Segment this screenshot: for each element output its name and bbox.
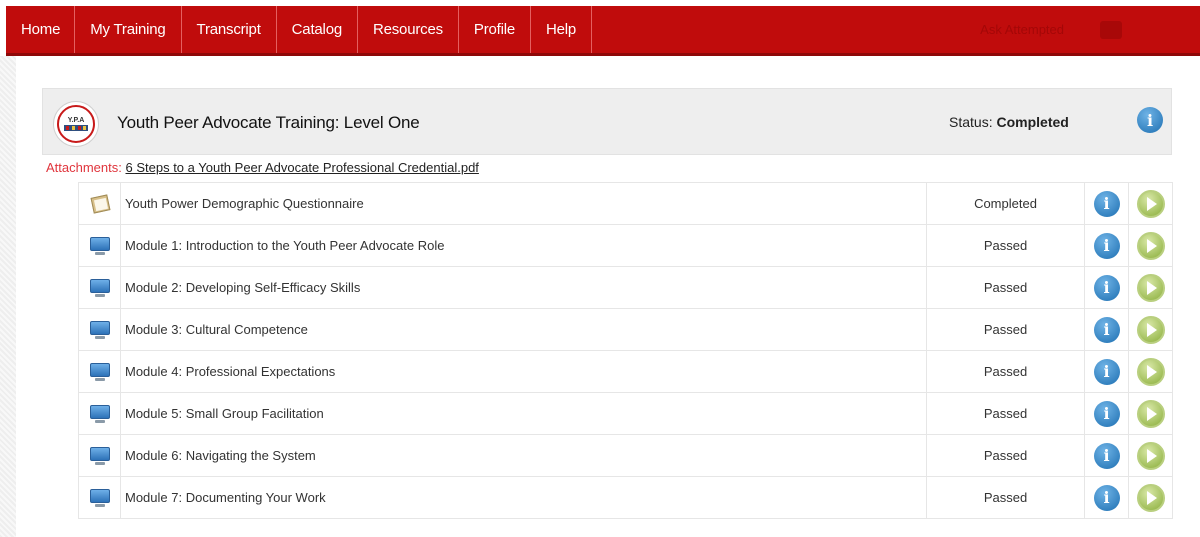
play-icon[interactable] (1136, 483, 1165, 512)
top-nav: Home My Training Transcript Catalog Reso… (6, 6, 1200, 56)
module-info-cell: i (1084, 392, 1129, 435)
info-icon[interactable]: i (1093, 232, 1120, 259)
logo-figures-icon: Y.P.A (64, 117, 88, 131)
nav-right: Ask Attempted (980, 6, 1200, 53)
modules-table: Youth Power Demographic Questionnaire Com… (78, 182, 1173, 519)
module-title: Module 2: Developing Self-Efficacy Skill… (120, 266, 927, 309)
course-info-button[interactable]: i (1137, 107, 1163, 133)
module-info-cell: i (1084, 476, 1129, 519)
monitor-icon (89, 236, 111, 256)
status-label: Status: (949, 114, 993, 130)
course-header: Y.P.A Youth Peer Advocate Training: Leve… (42, 88, 1172, 155)
module-row: Module 7: Documenting Your Work Passed i (78, 476, 1173, 519)
module-info-cell: i (1084, 266, 1129, 309)
play-icon[interactable] (1136, 231, 1165, 260)
module-row: Module 2: Developing Self-Efficacy Skill… (78, 266, 1173, 309)
monitor-icon (89, 404, 111, 424)
info-icon[interactable]: i (1093, 358, 1120, 385)
module-info-cell: i (1084, 182, 1129, 225)
module-launch-cell (1128, 266, 1173, 309)
module-row: Module 5: Small Group Facilitation Passed… (78, 392, 1173, 435)
module-icon-cell (78, 434, 121, 477)
nav-faded-text: Ask Attempted (980, 22, 1064, 37)
logo-text: Y.P.A (68, 117, 85, 124)
module-info-cell: i (1084, 308, 1129, 351)
nav-resources[interactable]: Resources (358, 6, 459, 53)
info-icon[interactable]: i (1093, 442, 1120, 469)
module-icon-cell (78, 476, 121, 519)
logo-ring: Y.P.A (57, 105, 95, 143)
nav-catalog[interactable]: Catalog (277, 6, 358, 53)
module-title: Module 4: Professional Expectations (120, 350, 927, 393)
monitor-icon (89, 320, 111, 340)
module-row: Module 3: Cultural Competence Passed i (78, 308, 1173, 351)
nav-profile[interactable]: Profile (459, 6, 532, 53)
monitor-icon (89, 488, 111, 508)
attachments-label: Attachments: (46, 160, 122, 175)
course-logo: Y.P.A (53, 101, 99, 147)
nav-home[interactable]: Home (6, 6, 76, 53)
monitor-icon (89, 446, 111, 466)
attachment-link[interactable]: 6 Steps to a Youth Peer Advocate Profess… (126, 160, 479, 175)
module-icon-cell (78, 224, 121, 267)
attachments: Attachments: 6 Steps to a Youth Peer Adv… (46, 160, 479, 175)
module-launch-cell (1128, 434, 1173, 477)
module-icon-cell (78, 182, 121, 225)
course-title: Youth Peer Advocate Training: Level One (117, 113, 420, 132)
module-launch-cell (1128, 350, 1173, 393)
monitor-icon (89, 362, 111, 382)
module-row: Youth Power Demographic Questionnaire Com… (78, 182, 1173, 225)
module-info-cell: i (1084, 350, 1129, 393)
course-status: Status: Completed (949, 114, 1069, 130)
module-icon-cell (78, 266, 121, 309)
module-info-cell: i (1084, 434, 1129, 477)
play-icon[interactable] (1136, 315, 1165, 344)
module-status: Passed (926, 266, 1085, 309)
module-title: Module 5: Small Group Facilitation (120, 392, 927, 435)
module-status: Passed (926, 434, 1085, 477)
module-info-cell: i (1084, 224, 1129, 267)
info-icon[interactable]: i (1093, 190, 1120, 217)
info-icon[interactable]: i (1093, 274, 1120, 301)
module-title: Module 6: Navigating the System (120, 434, 927, 477)
module-title: Module 7: Documenting Your Work (120, 476, 927, 519)
nav-help[interactable]: Help (531, 6, 593, 53)
module-status: Passed (926, 224, 1085, 267)
module-status: Passed (926, 476, 1085, 519)
module-launch-cell (1128, 182, 1173, 225)
module-launch-cell (1128, 476, 1173, 519)
module-launch-cell (1128, 224, 1173, 267)
module-row: Module 4: Professional Expectations Passe… (78, 350, 1173, 393)
module-row: Module 1: Introduction to the Youth Peer… (78, 224, 1173, 267)
module-icon-cell (78, 308, 121, 351)
module-title: Module 1: Introduction to the Youth Peer… (120, 224, 927, 267)
module-title: Youth Power Demographic Questionnaire (120, 182, 927, 225)
play-icon[interactable] (1136, 273, 1165, 302)
status-value: Completed (996, 114, 1069, 130)
module-row: Module 6: Navigating the System Passed i (78, 434, 1173, 477)
monitor-icon (89, 278, 111, 298)
play-icon[interactable] (1136, 189, 1165, 218)
module-icon-cell (78, 392, 121, 435)
side-texture (0, 56, 16, 537)
module-status: Passed (926, 308, 1085, 351)
info-icon[interactable]: i (1093, 484, 1120, 511)
play-icon[interactable] (1136, 357, 1165, 386)
info-icon[interactable]: i (1093, 316, 1120, 343)
nav-faded-icon[interactable] (1100, 20, 1122, 39)
module-icon-cell (78, 350, 121, 393)
module-title: Module 3: Cultural Competence (120, 308, 927, 351)
info-icon[interactable]: i (1093, 400, 1120, 427)
nav-transcript[interactable]: Transcript (182, 6, 277, 53)
play-icon[interactable] (1136, 399, 1165, 428)
module-status: Completed (926, 182, 1085, 225)
nav-my-training[interactable]: My Training (75, 6, 182, 53)
info-icon[interactable]: i (1137, 107, 1163, 133)
play-icon[interactable] (1136, 441, 1165, 470)
clipboard-icon (89, 193, 111, 214)
module-launch-cell (1128, 308, 1173, 351)
module-status: Passed (926, 350, 1085, 393)
module-launch-cell (1128, 392, 1173, 435)
module-status: Passed (926, 392, 1085, 435)
